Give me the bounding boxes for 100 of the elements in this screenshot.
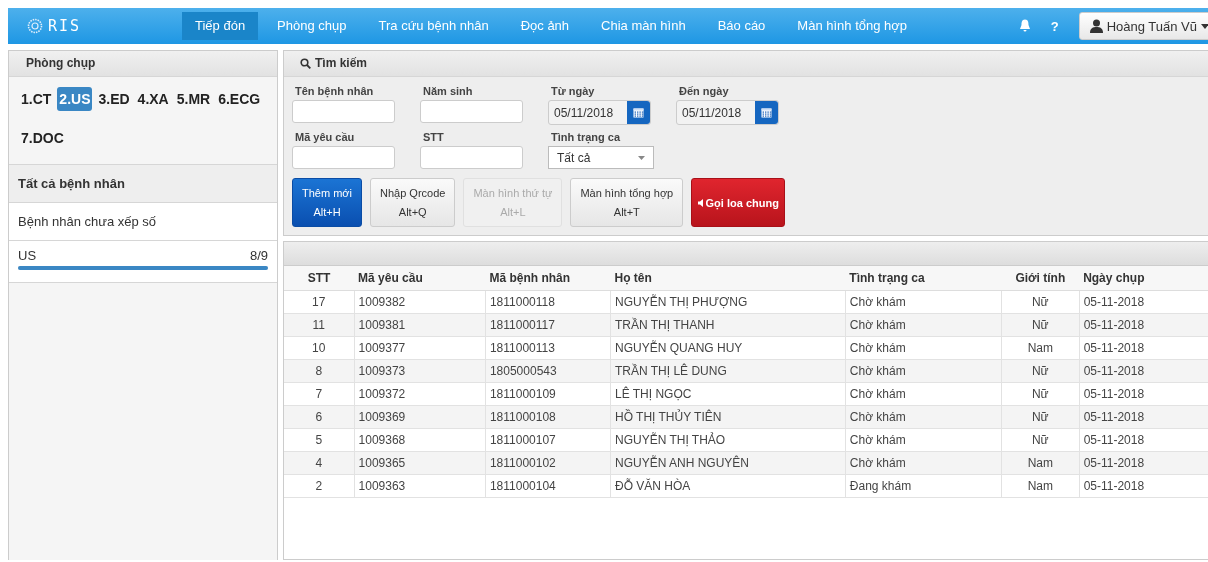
table-cell: 05-11-2018 xyxy=(1079,428,1208,452)
all-patients-item[interactable]: Tất cả bệnh nhân xyxy=(9,165,277,203)
table-cell: 1805000543 xyxy=(485,359,611,383)
room-tab[interactable]: 3.ED xyxy=(96,87,132,111)
caret-icon xyxy=(1201,23,1208,29)
table-cell: 05-11-2018 xyxy=(1079,405,1208,429)
table-cell: 2 xyxy=(284,474,355,498)
table-cell: Nam xyxy=(1001,336,1080,360)
column-header[interactable]: Tình trạng ca xyxy=(845,266,1002,291)
input-field[interactable] xyxy=(292,146,395,169)
column-header[interactable]: Giới tính xyxy=(1001,266,1080,291)
bell-icon[interactable] xyxy=(1018,19,1031,33)
table-cell: Nữ xyxy=(1001,359,1080,383)
table-cell: NGUYỄN QUANG HUY xyxy=(610,336,846,360)
column-header[interactable]: STT xyxy=(284,266,355,291)
table-cell: 1811000117 xyxy=(485,313,611,337)
room-tab[interactable]: 5.MR xyxy=(174,87,213,111)
table-cell: 1009381 xyxy=(354,313,486,337)
table-cell: Nam xyxy=(1001,451,1080,475)
action-button[interactable]: Màn hình tổng hợp Alt+T xyxy=(570,178,684,227)
table-cell: Chờ khám xyxy=(845,451,1002,475)
field-label: Tên bệnh nhân xyxy=(294,85,375,97)
input-field[interactable] xyxy=(420,146,523,169)
column-header[interactable]: Mã yêu cầu xyxy=(354,266,486,291)
table-cell: 10 xyxy=(284,336,355,360)
user-icon xyxy=(1089,19,1103,33)
panel-title: Tìm kiếm xyxy=(315,55,368,72)
panel-title: Phòng chụp xyxy=(9,51,277,77)
column-header[interactable]: Họ tên xyxy=(610,266,846,291)
table-cell: Chờ khám xyxy=(845,382,1002,406)
table-cell: 05-11-2018 xyxy=(1079,313,1208,337)
table-cell: LÊ THỊ NGỌC xyxy=(610,382,846,406)
room-tab[interactable]: 2.US xyxy=(57,87,93,111)
table-cell: 05-11-2018 xyxy=(1079,359,1208,383)
table-cell: 17 xyxy=(284,290,355,314)
room-tab[interactable]: 7.DOC xyxy=(19,126,66,150)
table-cell: 1811000107 xyxy=(485,428,611,452)
table-cell: 1009372 xyxy=(354,382,486,406)
room-tab[interactable]: 1.CT xyxy=(19,87,54,111)
queue-count: 8/9 xyxy=(249,248,268,263)
column-header[interactable]: Ngày chụp xyxy=(1079,266,1208,291)
table-cell: NGUYỄN ANH NGUYÊN xyxy=(610,451,846,475)
search-icon xyxy=(300,58,311,69)
room-tab[interactable]: 6.ECG xyxy=(216,87,263,111)
table-cell: Nam xyxy=(1001,474,1080,498)
status-dropdown[interactable]: Tất cả xyxy=(548,146,654,169)
table-cell: 1009382 xyxy=(354,290,486,314)
date-field[interactable]: 05/11/2018 xyxy=(676,100,779,125)
action-button[interactable]: Nhập Qrcode Alt+Q xyxy=(370,178,456,227)
table-cell: 1009368 xyxy=(354,428,486,452)
table-cell: TRẦN THỊ LÊ DUNG xyxy=(610,359,846,383)
table-cell: 6 xyxy=(284,405,355,429)
table-cell: 1811000104 xyxy=(485,474,611,498)
action-button[interactable]: Thêm mới Alt+H xyxy=(292,178,362,227)
caret-icon xyxy=(638,155,645,160)
field-label: Mã yêu cầu xyxy=(294,131,356,143)
nav-link[interactable]: Tiếp đón xyxy=(182,12,259,40)
table-cell: Nữ xyxy=(1001,428,1080,452)
table-cell: 1009369 xyxy=(354,405,486,429)
field-label: Từ ngày xyxy=(550,85,596,97)
logo-text: RIS xyxy=(48,17,82,35)
field-label: STT xyxy=(422,131,445,143)
table-cell: 7 xyxy=(284,382,355,406)
table-cell: 8 xyxy=(284,359,355,383)
input-field[interactable] xyxy=(420,100,523,123)
table-cell: 1811000113 xyxy=(485,336,611,360)
table-cell: 1811000108 xyxy=(485,405,611,429)
table-cell: Chờ khám xyxy=(845,359,1002,383)
table-cell: Chờ khám xyxy=(845,336,1002,360)
action-button[interactable]: Gọi loa chung xyxy=(691,178,786,227)
calendar-icon[interactable] xyxy=(633,107,644,118)
calendar-icon[interactable] xyxy=(761,107,772,118)
table-cell: 05-11-2018 xyxy=(1079,336,1208,360)
table-cell: NGUYỄN THỊ PHƯỢNG xyxy=(610,290,846,314)
table-cell: 1009377 xyxy=(354,336,486,360)
table-cell: 1009363 xyxy=(354,474,486,498)
date-field[interactable]: 05/11/2018 xyxy=(548,100,651,125)
speaker-icon xyxy=(697,198,703,207)
table-cell: 05-11-2018 xyxy=(1079,474,1208,498)
input-field[interactable] xyxy=(292,100,395,123)
table-cell: Chờ khám xyxy=(845,428,1002,452)
table-cell: 1811000109 xyxy=(485,382,611,406)
user-menu-button[interactable]: Hoàng Tuấn Vũ xyxy=(1078,12,1208,40)
table-cell: TRẦN THỊ THANH xyxy=(610,313,846,337)
queue-name: US xyxy=(18,248,37,263)
table-cell: HỒ THỊ THỦY TIÊN xyxy=(610,405,846,429)
table-cell: 5 xyxy=(284,428,355,452)
table-cell: 1009373 xyxy=(354,359,486,383)
table-cell: Đang khám xyxy=(845,474,1002,498)
table-cell: Nữ xyxy=(1001,290,1080,314)
table-cell: 4 xyxy=(284,451,355,475)
unassigned-patients-item[interactable]: Bệnh nhân chưa xếp số xyxy=(9,203,277,241)
room-tab[interactable]: 4.XA xyxy=(135,87,171,111)
table-cell: Nữ xyxy=(1001,313,1080,337)
table-cell: 05-11-2018 xyxy=(1079,451,1208,475)
column-header[interactable]: Mã bệnh nhân xyxy=(485,266,611,291)
table-cell: Chờ khám xyxy=(845,290,1002,314)
table-cell: 05-11-2018 xyxy=(1079,290,1208,314)
table-cell: Nữ xyxy=(1001,382,1080,406)
table-cell: 1811000102 xyxy=(485,451,611,475)
